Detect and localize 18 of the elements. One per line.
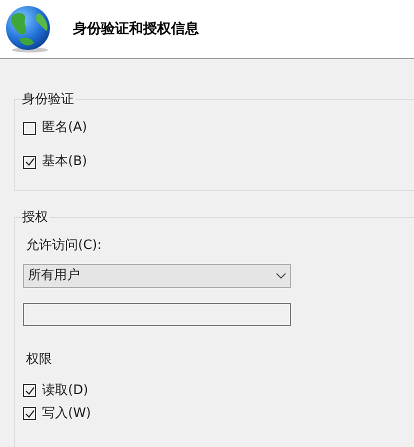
checkbox[interactable]: 基本(B) [23, 153, 414, 171]
permissions-label: 权限 [26, 352, 52, 367]
checkmark-icon [24, 408, 34, 418]
header-title: 身份验证和授权信息 [73, 20, 199, 38]
checkbox[interactable]: 写入(W) [23, 404, 414, 422]
chevron-down-icon [276, 272, 286, 278]
access-label: 允许访问(C): [26, 238, 102, 253]
checkbox-square[interactable] [23, 122, 36, 134]
checkbox[interactable]: 匿名(A) [23, 119, 414, 137]
checkbox-square[interactable] [23, 384, 36, 397]
access-select[interactable]: 所有用户 [23, 264, 291, 288]
checkmark-icon [24, 386, 34, 396]
checkmark-icon [24, 157, 34, 167]
checkbox-square[interactable] [23, 156, 36, 168]
checkbox-square[interactable] [23, 407, 36, 420]
input-field[interactable] [23, 302, 291, 326]
checkbox[interactable]: 读取(D) [23, 382, 414, 400]
globe-icon [5, 5, 51, 53]
